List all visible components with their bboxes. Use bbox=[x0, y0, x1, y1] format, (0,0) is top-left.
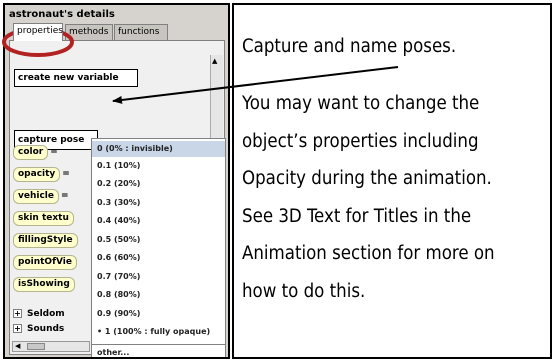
property-name: color bbox=[18, 147, 44, 157]
property-equals: = bbox=[61, 191, 69, 201]
menu-option[interactable]: 0 (0% : invisible) bbox=[92, 141, 225, 157]
menu-option[interactable]: 0.5 (50%) bbox=[92, 232, 225, 248]
menu-option[interactable]: 0.6 (60%) bbox=[92, 250, 225, 266]
property-color[interactable]: color = bbox=[13, 145, 58, 160]
scrollbar-thumb[interactable] bbox=[27, 343, 45, 350]
property-name: isShowing bbox=[18, 279, 70, 289]
property-name: skin textu bbox=[18, 213, 69, 223]
note-line: object’s properties including bbox=[242, 131, 479, 152]
property-equals: = bbox=[62, 169, 70, 179]
property-name: fillingStyle bbox=[18, 235, 73, 245]
note-line: You may want to change the bbox=[242, 93, 480, 114]
note-line: how to do this. bbox=[242, 281, 366, 302]
tree-item-label: Sounds bbox=[27, 324, 65, 334]
note-line: Opacity during the animation. bbox=[242, 168, 492, 189]
tab-properties[interactable]: properties bbox=[13, 23, 63, 41]
expand-icon[interactable]: + bbox=[13, 324, 22, 333]
note-line: See 3D Text for Titles in the bbox=[242, 206, 472, 227]
property-equals: = bbox=[50, 147, 58, 157]
note-line: Animation section for more on bbox=[242, 243, 495, 264]
scroll-up-icon[interactable]: ▲ bbox=[212, 57, 217, 65]
tree-item-label: Seldom bbox=[27, 309, 65, 319]
expand-icon[interactable]: + bbox=[13, 309, 22, 318]
menu-option[interactable]: 0.3 (30%) bbox=[92, 195, 225, 211]
tab-functions[interactable]: functions bbox=[114, 24, 168, 40]
note-line: Capture and name poses. bbox=[242, 36, 457, 57]
property-name: opacity bbox=[18, 169, 56, 179]
tab-methods[interactable]: methods bbox=[65, 24, 113, 40]
instruction-note: Capture and name poses. You may want to … bbox=[232, 3, 552, 359]
menu-option[interactable]: 0.4 (40%) bbox=[92, 213, 225, 229]
property-name: pointOfVie bbox=[18, 257, 72, 267]
menu-option[interactable]: 0.1 (10%) bbox=[92, 158, 225, 174]
menu-option[interactable]: 0.7 (70%) bbox=[92, 269, 225, 285]
opacity-dropdown-menu: 0 (0% : invisible) 0.1 (10%) 0.2 (20%) 0… bbox=[91, 138, 226, 357]
menu-option[interactable]: • 1 (100% : fully opaque) bbox=[92, 324, 225, 340]
details-panel: astronaut's details properties methods f… bbox=[3, 3, 230, 359]
menu-option[interactable]: 0.8 (80%) bbox=[92, 287, 225, 303]
panel-title: astronaut's details bbox=[9, 9, 115, 20]
property-skin-texture[interactable]: skin textu bbox=[13, 211, 74, 226]
property-name: vehicle bbox=[18, 191, 54, 201]
property-opacity[interactable]: opacity = bbox=[13, 167, 70, 182]
property-is-showing[interactable]: isShowing bbox=[13, 277, 75, 292]
tree-item-sounds[interactable]: + Sounds bbox=[13, 324, 64, 334]
property-vehicle[interactable]: vehicle = bbox=[13, 189, 69, 204]
tree-item-seldom[interactable]: + Seldom bbox=[13, 309, 65, 319]
scroll-left-icon[interactable]: ◀ bbox=[15, 342, 20, 350]
property-filling-style[interactable]: fillingStyle bbox=[13, 233, 78, 248]
menu-option[interactable]: 0.9 (90%) bbox=[92, 306, 225, 322]
property-point-of-view[interactable]: pointOfVie bbox=[13, 255, 77, 270]
menu-option[interactable]: 0.2 (20%) bbox=[92, 176, 225, 192]
menu-option-other[interactable]: other... bbox=[92, 344, 225, 357]
create-new-variable-button[interactable]: create new variable bbox=[14, 69, 138, 87]
horizontal-scrollbar[interactable]: ◀ bbox=[12, 341, 90, 352]
